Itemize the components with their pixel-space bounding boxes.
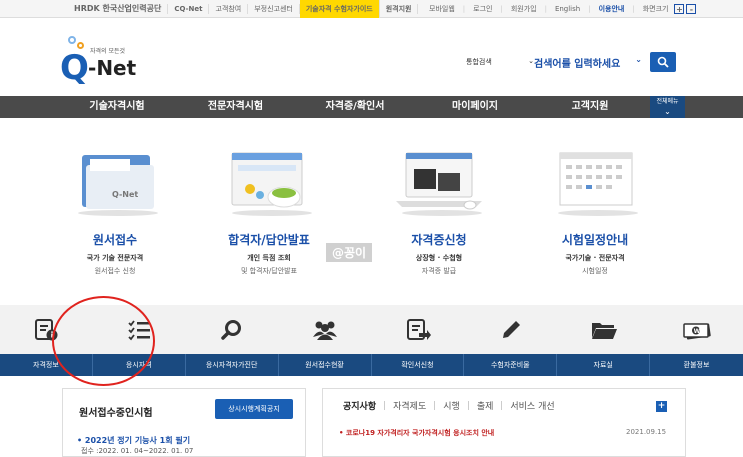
search-icon (657, 56, 669, 68)
regular-exam-plan-button[interactable]: 상시시행계획공지 (215, 399, 293, 419)
quickmenu-refund-icon-cell[interactable]: W (650, 305, 743, 354)
quickmenu-refund[interactable]: 환불정보 (650, 354, 743, 376)
people-icon (313, 321, 338, 340)
notice-tabs: 공지사항 자격제도 시행 출제 서비스 개선 (335, 399, 563, 412)
logo-q: Q (60, 48, 89, 88)
search-category-select[interactable]: 통합검색 ⌄ (466, 57, 534, 67)
mobile-web-link[interactable]: 모바일웹 (425, 4, 459, 14)
notice-panel: 공지사항 자격제도 시행 출제 서비스 개선 + • 코로나19 자가격리자 국… (322, 388, 686, 457)
feature-subtitle: 국가 기술 전문자격 (86, 254, 144, 262)
feature-title: 시험일정안내 (561, 233, 629, 247)
feature-title: 원서접수 (92, 233, 138, 247)
feature-description: 및 합격자/답안발표 (240, 267, 298, 275)
notice-item-title[interactable]: • 코로나19 자가격리자 국가자격시험 응시조치 안내 (339, 428, 494, 438)
exam-item-period: 접수 :2022. 01. 04~2022. 01. 07 (81, 447, 194, 455)
feature-title: 자격증신청 (411, 233, 467, 247)
logo-circle-icon (68, 36, 76, 44)
chevron-down-icon: ⌄ (635, 54, 642, 64)
main-navigation: 기술자격시험 전문자격시험 자격증/확인서 마이페이지 고객지원 전체메뉴 ⌄ (0, 96, 743, 118)
english-link[interactable]: English (551, 4, 584, 14)
tab-qualification-system[interactable]: 자격제도 (385, 399, 434, 412)
tab-administration[interactable]: 시행 (435, 399, 468, 412)
search-category-value: 통합검색 (466, 58, 492, 66)
highlight-circle (52, 296, 155, 386)
search-area: 통합검색 ⌄ 검색어를 입력하세요 ⌄ (466, 52, 676, 72)
feature-description: 자격증 발급 (421, 267, 457, 275)
login-link[interactable]: 로그인 (469, 4, 496, 14)
tab-questions[interactable]: 출제 (469, 399, 502, 412)
quickmenu-confirm-icon-cell[interactable] (372, 305, 465, 354)
screen-size-label: 화면크기 (642, 5, 669, 13)
nav-certificates[interactable]: 자격증/확인서 (300, 96, 410, 118)
magnifier-icon (221, 319, 242, 340)
logo-tagline: 자격의 모든것 (90, 48, 126, 55)
nav-mypage[interactable]: 마이페이지 (420, 96, 530, 118)
notice-item-date: 2021.09.15 (626, 428, 667, 436)
tab-notice[interactable]: 공지사항 (335, 399, 384, 412)
quickmenu-application-status[interactable]: 원서접수현황 (279, 354, 372, 376)
quickmenu-archive-icon-cell[interactable] (557, 305, 650, 354)
folder-icon (591, 322, 617, 339)
all-menu-label: 전체메뉴 (656, 98, 679, 105)
quickmenu-confirmation[interactable]: 확인서신청 (372, 354, 465, 376)
calendar-illustration-icon (540, 145, 650, 217)
more-notices-button[interactable]: + (656, 401, 667, 412)
pencil-icon (502, 320, 520, 338)
quickmenu-selfcheck-icon-cell[interactable] (186, 305, 279, 354)
all-menu-button[interactable]: 전체메뉴 ⌄ (650, 96, 685, 118)
tab-service-improvement[interactable]: 서비스 개선 (502, 399, 562, 412)
feature-application[interactable]: Q-Net 원서접수 국가 기술 전문자격 원서접수 신청 (40, 145, 190, 276)
search-input[interactable]: 검색어를 입력하세요 ⌄ (534, 55, 642, 70)
utility-bar: HRDK 한국산업인력공단 CQ-Net 고객참여 부정신고센터 기술자격 수험… (0, 0, 743, 18)
exam-item-title[interactable]: • 2022년 정기 기능사 1회 필기 (77, 435, 190, 446)
zoom-in-button[interactable]: + (674, 4, 685, 14)
chevron-down-icon: ⌄ (664, 107, 671, 116)
monitor-illustration-icon (214, 145, 324, 217)
feature-schedule[interactable]: 시험일정안내 국가기술 · 전문자격 시험일정 (520, 145, 670, 276)
nav-professional-exam[interactable]: 전문자격시험 (178, 96, 293, 118)
candidate-guide-link[interactable]: 기술자격 수험자가이드 (299, 0, 380, 18)
logo-net: -Net (88, 56, 137, 80)
svg-text:Q-Net: Q-Net (112, 190, 138, 199)
feature-subtitle: 상장형 · 수첩형 (415, 254, 463, 262)
nav-technical-exam[interactable]: 기술자격시험 (62, 96, 172, 118)
laptop-illustration-icon (384, 145, 494, 217)
exam-application-panel: 원서접수중인시험 상시시행계획공지 • 2022년 정기 기능사 1회 필기 접… (62, 388, 306, 457)
feature-results[interactable]: 합격자/답안발표 개인 득점 조회 및 합격자/답안발표 (194, 145, 344, 276)
document-arrow-icon (406, 318, 431, 340)
cqnet-link[interactable]: CQ-Net (168, 3, 210, 14)
nav-customer-support[interactable]: 고객지원 (535, 96, 645, 118)
remote-support-link[interactable]: 원격지원 (380, 3, 419, 14)
watermark-text: @꽁이 (326, 243, 373, 262)
quickmenu-archive[interactable]: 자료실 (557, 354, 651, 376)
search-button[interactable] (650, 52, 676, 72)
feature-description: 시험일정 (582, 267, 608, 275)
panel-title: 원서접수중인시험 (79, 408, 153, 419)
signup-link[interactable]: 회원가입 (507, 4, 541, 14)
search-placeholder: 검색어를 입력하세요 (534, 58, 621, 70)
usage-guide-link[interactable]: 이용안내 (595, 4, 629, 14)
quickmenu-self-diagnosis[interactable]: 응시자격자가진단 (186, 354, 279, 376)
feature-subtitle: 국가기술 · 전문자격 (565, 254, 625, 262)
hrdk-logo-link[interactable]: HRDK 한국산업인력공단 (68, 3, 169, 14)
quickmenu-supplies[interactable]: 수험자준비물 (464, 354, 558, 376)
feature-description: 원서접수 신청 (94, 267, 136, 275)
feature-certificate[interactable]: 자격증신청 상장형 · 수첩형 자격증 발급 (364, 145, 514, 276)
svg-text:W: W (693, 328, 700, 335)
qnet-logo[interactable]: 자격의 모든것 Q -Net (60, 34, 150, 88)
report-center-link[interactable]: 부정신고센터 (248, 3, 300, 14)
folder-illustration-icon: Q-Net (60, 145, 170, 217)
quickmenu-supplies-icon-cell[interactable] (464, 305, 557, 354)
feature-subtitle: 개인 득점 조회 (247, 254, 291, 262)
zoom-out-button[interactable]: - (686, 4, 697, 14)
quickmenu-status-icon-cell[interactable] (279, 305, 372, 354)
money-icon: W (682, 322, 711, 339)
customer-participation-link[interactable]: 고객참여 (209, 3, 249, 14)
feature-title: 합격자/답안발표 (228, 233, 310, 247)
